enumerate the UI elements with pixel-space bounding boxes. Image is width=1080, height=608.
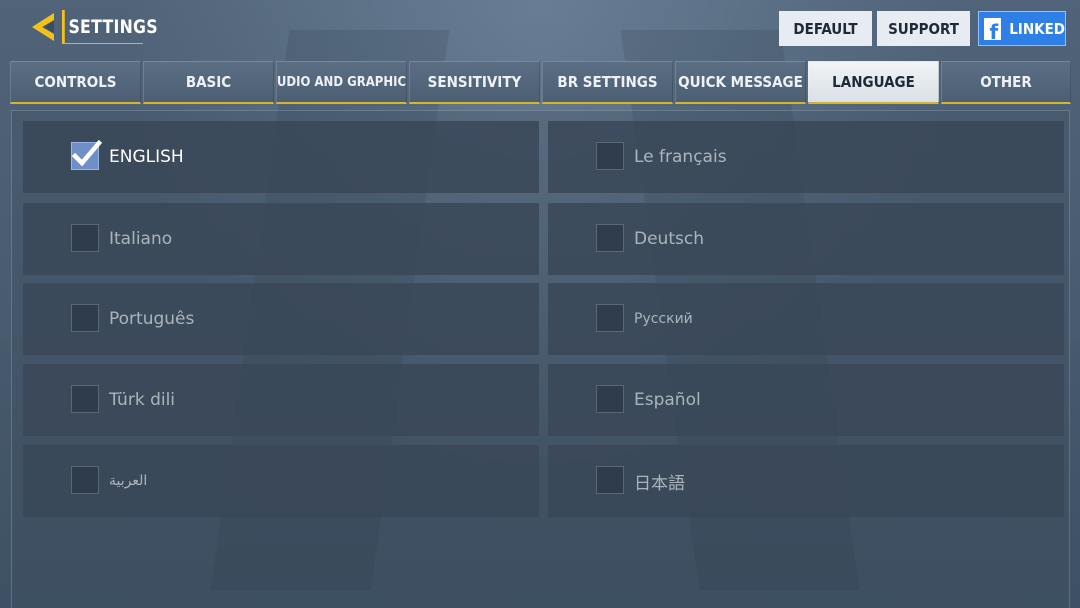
language-label: 日本語 [634, 473, 685, 494]
tab-br-settings[interactable]: BR SETTINGS [542, 61, 673, 104]
tab-controls[interactable]: CONTROLS [10, 61, 141, 104]
language-checkbox[interactable] [71, 385, 99, 413]
checkmark-icon [71, 139, 103, 167]
language-checkbox[interactable] [596, 224, 624, 252]
default-button[interactable]: DEFAULT [779, 11, 872, 46]
tab-label: CONTROLS [34, 73, 117, 91]
tab-label: SENSITIVITY [427, 73, 522, 91]
support-button-label: SUPPORT [888, 19, 959, 38]
language-option-english[interactable]: ENGLISH [23, 121, 539, 193]
language-label: Português [109, 309, 195, 329]
tab-audio-and-graphics[interactable]: AUDIO AND GRAPHICS [276, 61, 407, 104]
language-checkbox[interactable] [596, 304, 624, 332]
language-checkbox[interactable] [596, 385, 624, 413]
tab-label: OTHER [980, 73, 1032, 91]
language-checkbox[interactable] [596, 466, 624, 494]
tab-label: LANGUAGE [832, 73, 915, 91]
language-option-spanish[interactable]: Español [548, 364, 1064, 436]
language-panel: ENGLISH Le français Italiano Deutsch Por… [11, 110, 1070, 608]
language-option-german[interactable]: Deutsch [548, 203, 1064, 275]
language-checkbox[interactable] [71, 139, 103, 170]
language-label: ENGLISH [109, 147, 184, 167]
language-label: Русский [634, 311, 693, 327]
language-checkbox[interactable] [71, 466, 99, 494]
tab-label: BR SETTINGS [557, 73, 658, 91]
default-button-label: DEFAULT [793, 19, 858, 38]
language-option-portuguese[interactable]: Português [23, 283, 539, 355]
tab-other[interactable]: OTHER [941, 61, 1071, 104]
facebook-icon: f [984, 17, 1002, 40]
back-button[interactable] [26, 9, 64, 45]
language-checkbox[interactable] [71, 224, 99, 252]
language-checkbox[interactable] [596, 142, 624, 170]
linked-facebook-button[interactable]: f LINKED [978, 11, 1066, 46]
tab-label: QUICK MESSAGE [678, 73, 803, 91]
tab-sensitivity[interactable]: SENSITIVITY [409, 61, 540, 104]
linked-button-label: LINKED [1009, 19, 1065, 38]
language-label: Türk dili [109, 390, 176, 410]
language-option-turkish[interactable]: Türk dili [23, 364, 539, 436]
language-option-russian[interactable]: Русский [548, 283, 1064, 355]
language-label: Deutsch [634, 229, 704, 249]
language-option-italian[interactable]: Italiano [23, 203, 539, 275]
language-option-japanese[interactable]: 日本語 [548, 445, 1064, 517]
tab-basic[interactable]: BASIC [143, 61, 274, 104]
tab-label: AUDIO AND GRAPHICS [276, 74, 407, 90]
language-label: Español [634, 390, 701, 410]
support-button[interactable]: SUPPORT [877, 11, 970, 46]
language-label: Le français [634, 147, 727, 167]
tab-quick-message[interactable]: QUICK MESSAGE [675, 61, 806, 104]
language-label: Italiano [109, 229, 173, 249]
language-label: العربية [109, 473, 148, 489]
language-option-french[interactable]: Le français [548, 121, 1064, 193]
language-option-arabic[interactable]: العربية [23, 445, 539, 517]
page-title: SETTINGS [62, 10, 158, 44]
back-arrow-icon [32, 13, 54, 41]
language-checkbox[interactable] [71, 304, 99, 332]
tab-language[interactable]: LANGUAGE [808, 61, 939, 104]
tab-label: BASIC [185, 73, 232, 91]
